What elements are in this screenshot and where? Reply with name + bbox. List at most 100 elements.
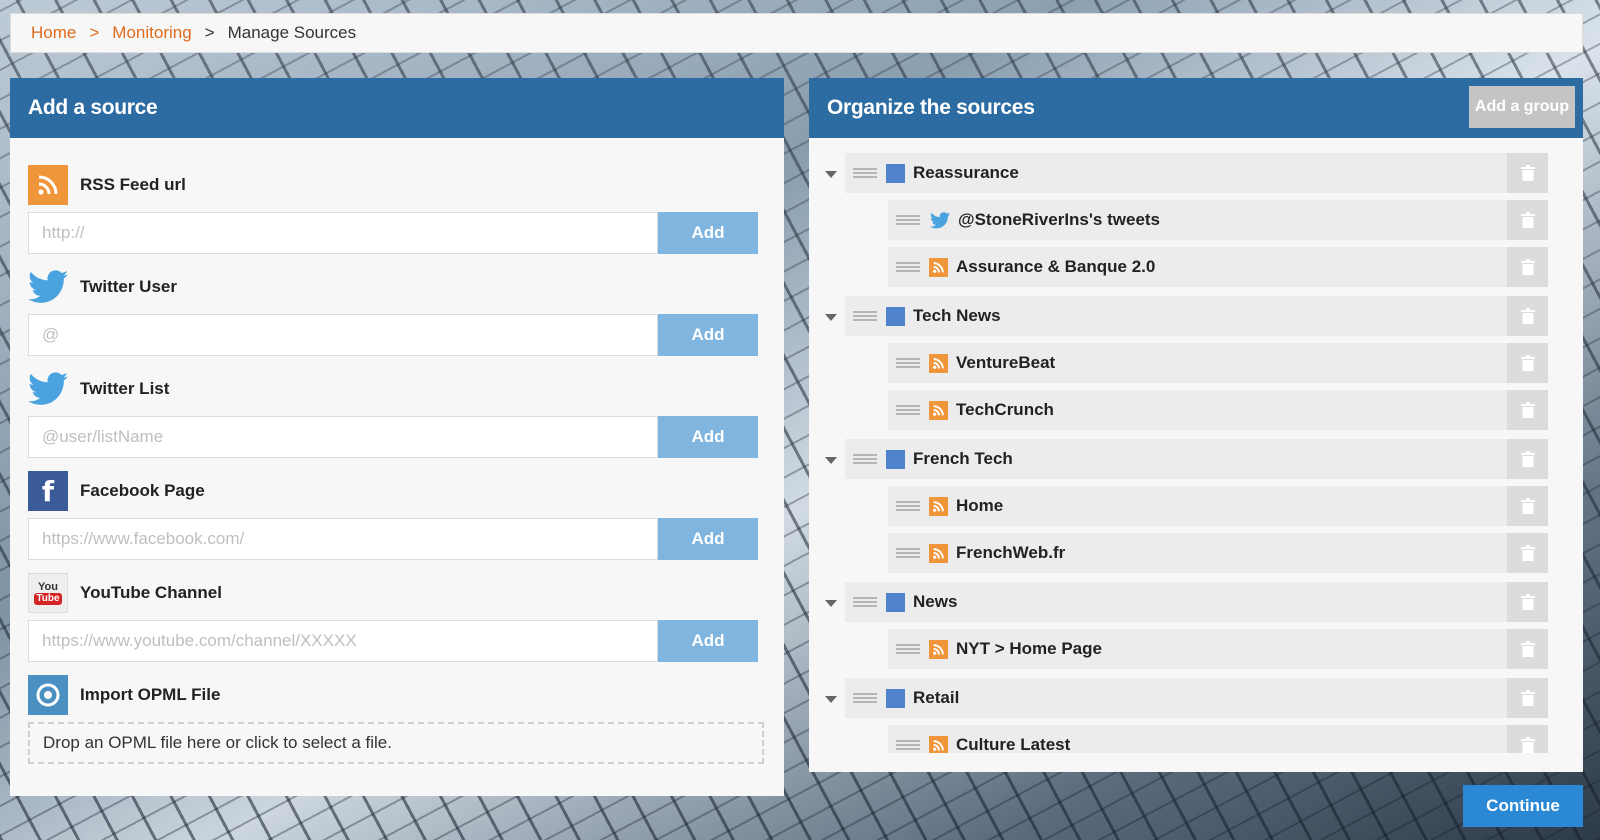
- twitter-list-input[interactable]: [28, 416, 658, 458]
- delete-source-button[interactable]: [1507, 343, 1548, 383]
- twitter-user-input[interactable]: [28, 314, 658, 356]
- opml-icon: [28, 675, 68, 715]
- group-name: News: [913, 592, 958, 611]
- organize-sources-panel: Organize the sources Add a group Reassur…: [809, 78, 1583, 772]
- breadcrumb-monitoring-link[interactable]: Monitoring: [112, 23, 191, 43]
- delete-source-button[interactable]: [1507, 247, 1548, 287]
- youtube-source-block: You Tube YouTube Channel Add: [28, 573, 773, 662]
- delete-source-button[interactable]: [1507, 725, 1548, 753]
- add-rss-button[interactable]: Add: [658, 212, 758, 254]
- twitter-user-label: Twitter User: [80, 277, 177, 296]
- twitter-icon: [28, 267, 68, 307]
- twitter-list-label: Twitter List: [80, 379, 170, 398]
- group-name: Tech News: [913, 306, 1001, 325]
- twitter-icon: [929, 211, 950, 230]
- source-row[interactable]: NYT > Home Page: [888, 629, 1548, 669]
- drag-handle-icon[interactable]: [896, 644, 920, 654]
- delete-source-button[interactable]: [1507, 533, 1548, 573]
- folder-icon: [886, 449, 905, 469]
- youtube-icon-you: You: [38, 580, 58, 593]
- delete-group-button[interactable]: [1507, 439, 1548, 479]
- source-name: NYT > Home Page: [956, 639, 1102, 658]
- facebook-page-label: Facebook Page: [80, 481, 205, 500]
- collapse-caret-icon[interactable]: [825, 457, 837, 464]
- rss-url-input[interactable]: [28, 212, 658, 254]
- source-name: TechCrunch: [956, 400, 1054, 419]
- folder-icon: [886, 688, 905, 708]
- collapse-caret-icon[interactable]: [825, 600, 837, 607]
- opml-import-block: Import OPML File Drop an OPML file here …: [28, 675, 773, 764]
- facebook-source-block: f Facebook Page Add: [28, 471, 773, 560]
- breadcrumb-current: Manage Sources: [227, 23, 357, 42]
- add-youtube-channel-button[interactable]: Add: [658, 620, 758, 662]
- organize-sources-header: Organize the sources Add a group: [809, 78, 1583, 138]
- rss-source-label: RSS Feed url: [80, 175, 186, 194]
- drag-handle-icon[interactable]: [896, 548, 920, 558]
- drag-handle-icon[interactable]: [853, 168, 877, 178]
- source-name: FrenchWeb.fr: [956, 543, 1066, 562]
- rss-icon: [28, 165, 68, 205]
- trash-icon: [1520, 165, 1535, 181]
- source-tree: Reassurance @StoneRiverIns's tweets Assu…: [809, 153, 1583, 753]
- add-group-button[interactable]: Add a group: [1469, 86, 1575, 128]
- collapse-caret-icon[interactable]: [825, 696, 837, 703]
- add-facebook-page-button[interactable]: Add: [658, 518, 758, 560]
- drag-handle-icon[interactable]: [853, 454, 877, 464]
- delete-group-button[interactable]: [1507, 296, 1548, 336]
- rss-source-block: RSS Feed url Add: [28, 165, 773, 254]
- trash-icon: [1520, 641, 1535, 657]
- group-row-french-tech[interactable]: French Tech: [845, 439, 1548, 479]
- group-name: Retail: [913, 688, 960, 707]
- delete-source-button[interactable]: [1507, 486, 1548, 526]
- twitter-icon: [28, 369, 68, 409]
- rss-icon: [929, 735, 948, 753]
- delete-source-button[interactable]: [1507, 629, 1548, 669]
- opml-dropzone[interactable]: Drop an OPML file here or click to selec…: [28, 722, 764, 764]
- breadcrumb-separator: >: [204, 23, 215, 42]
- drag-handle-icon[interactable]: [896, 740, 920, 750]
- source-row[interactable]: VentureBeat: [888, 343, 1548, 383]
- group-row-tech-news[interactable]: Tech News: [845, 296, 1548, 336]
- add-twitter-user-button[interactable]: Add: [658, 314, 758, 356]
- source-row[interactable]: @StoneRiverIns's tweets: [888, 200, 1548, 240]
- source-row[interactable]: Culture Latest: [888, 725, 1548, 753]
- drag-handle-icon[interactable]: [896, 405, 920, 415]
- delete-group-button[interactable]: [1507, 153, 1548, 193]
- drag-handle-icon[interactable]: [896, 262, 920, 272]
- facebook-icon-letter: f: [41, 474, 55, 508]
- source-row[interactable]: FrenchWeb.fr: [888, 533, 1548, 573]
- collapse-caret-icon[interactable]: [825, 314, 837, 321]
- trash-icon: [1520, 594, 1535, 610]
- drag-handle-icon[interactable]: [853, 597, 877, 607]
- source-row[interactable]: Home: [888, 486, 1548, 526]
- continue-button[interactable]: Continue: [1463, 785, 1583, 827]
- add-twitter-list-button[interactable]: Add: [658, 416, 758, 458]
- rss-icon: [929, 639, 948, 659]
- group-row-reassurance[interactable]: Reassurance: [845, 153, 1548, 193]
- facebook-icon: f: [28, 471, 68, 511]
- youtube-channel-input[interactable]: [28, 620, 658, 662]
- drag-handle-icon[interactable]: [896, 215, 920, 225]
- twitter-list-source-block: Twitter List Add: [28, 369, 773, 458]
- source-row[interactable]: TechCrunch: [888, 390, 1548, 430]
- drag-handle-icon[interactable]: [896, 501, 920, 511]
- collapse-caret-icon[interactable]: [825, 171, 837, 178]
- drag-handle-icon[interactable]: [853, 311, 877, 321]
- breadcrumb-home-link[interactable]: Home: [31, 23, 76, 43]
- group-row-retail[interactable]: Retail: [845, 678, 1548, 718]
- delete-group-button[interactable]: [1507, 678, 1548, 718]
- add-source-header: Add a source: [10, 78, 784, 138]
- source-row[interactable]: Assurance & Banque 2.0: [888, 247, 1548, 287]
- trash-icon: [1520, 690, 1535, 706]
- delete-group-button[interactable]: [1507, 582, 1548, 622]
- delete-source-button[interactable]: [1507, 200, 1548, 240]
- drag-handle-icon[interactable]: [853, 693, 877, 703]
- drag-handle-icon[interactable]: [896, 358, 920, 368]
- panel-title: Organize the sources: [827, 96, 1035, 119]
- facebook-page-input[interactable]: [28, 518, 658, 560]
- group-row-news[interactable]: News: [845, 582, 1548, 622]
- trash-icon: [1520, 545, 1535, 561]
- delete-source-button[interactable]: [1507, 390, 1548, 430]
- group-name: Reassurance: [913, 163, 1019, 182]
- trash-icon: [1520, 737, 1535, 753]
